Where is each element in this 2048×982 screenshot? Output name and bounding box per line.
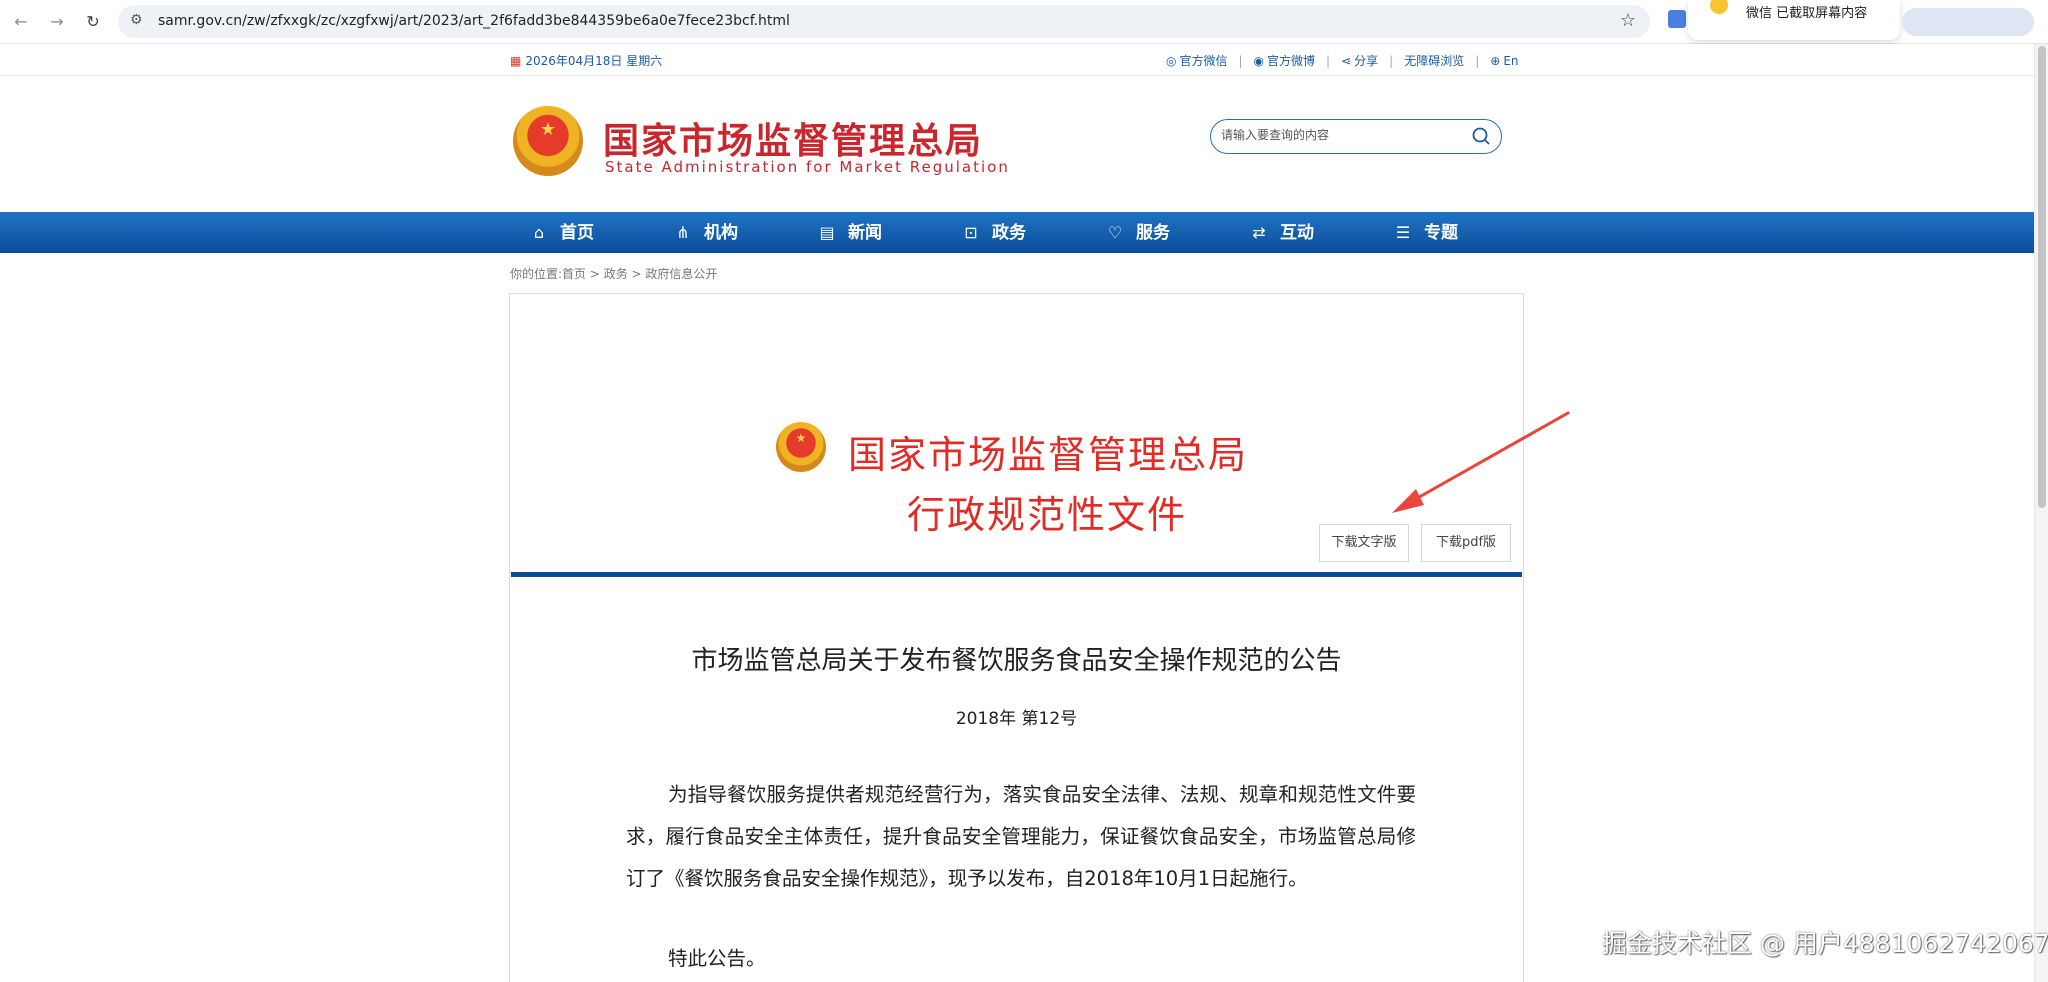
nav-item-home[interactable]: ⌂ 首页 bbox=[528, 212, 594, 253]
site-header: ★ 国家市场监督管理总局 State Administration for Ma… bbox=[0, 76, 2034, 212]
breadcrumb[interactable]: 你的位置:首页 > 政务 > 政府信息公开 bbox=[510, 265, 717, 282]
annotation-arrow-icon bbox=[1392, 411, 1570, 513]
org-icon: ⋔ bbox=[676, 223, 690, 242]
download-pdf-button[interactable]: 下载pdf版 bbox=[1421, 524, 1511, 562]
nav-item-news[interactable]: ▤ 新闻 bbox=[816, 212, 882, 253]
site-name-en: State Administration for Market Regulati… bbox=[605, 158, 1010, 176]
site-info-icon[interactable]: ⚙ bbox=[130, 12, 143, 28]
calendar-icon: ▦ bbox=[510, 54, 522, 68]
document-emblem-icon: ★ bbox=[776, 422, 826, 472]
accessibility-link[interactable]: 无障碍浏览 bbox=[1404, 52, 1464, 69]
document-number: 2018年 第12号 bbox=[955, 709, 1078, 729]
document-title: 市场监管总局关于发布餐饮服务食品安全操作规范的公告 bbox=[691, 646, 1342, 676]
home-icon: ⌂ bbox=[533, 223, 545, 242]
share-icon: ⋖ bbox=[1341, 54, 1352, 68]
document-paragraph: 为指导餐饮服务提供者规范经营行为，落实食品安全法律、法规、规章和规范性文件要求，… bbox=[626, 783, 1416, 890]
watermark-text: 掘金技术社区 @ 用户4881062742067 bbox=[1602, 929, 2048, 958]
url-text[interactable]: samr.gov.cn/zw/zfxxgk/zc/xzgfxwj/art/202… bbox=[158, 13, 790, 29]
document-closing: 特此公告。 bbox=[668, 947, 766, 970]
main-nav: ⌂ 首页 ⋔ 机构 ▤ 新闻 ⊡ 政务 ♡ 服务 ⇄ 互动 ☰ 专题 bbox=[0, 212, 2034, 253]
profile-area[interactable] bbox=[1902, 8, 2034, 36]
wechat-icon: ◎ bbox=[1166, 54, 1177, 68]
current-date: ▦ 2026年04月18日 星期六 bbox=[510, 54, 663, 68]
national-emblem-icon[interactable]: ★ bbox=[513, 106, 583, 176]
utility-links: ◎ 官方微信 | ◉ 官方微博 | ⋖ 分享 | 无障碍浏览 | ⊕ En bbox=[1166, 52, 1519, 69]
affairs-icon: ⊡ bbox=[964, 223, 978, 242]
exchange-icon: ⇄ bbox=[1252, 223, 1266, 242]
nav-item-topics[interactable]: ☰ 专题 bbox=[1392, 212, 1458, 253]
nav-item-interaction[interactable]: ⇄ 互动 bbox=[1248, 212, 1314, 253]
screenshot-toast: 微信 已截取屏幕内容 bbox=[1688, 0, 1900, 40]
address-bar[interactable]: ⚙ samr.gov.cn/zw/zfxxgk/zc/xzgfxwj/art/2… bbox=[118, 5, 1650, 38]
news-icon: ▤ bbox=[819, 223, 835, 242]
weibo-icon: ◉ bbox=[1253, 54, 1265, 68]
browser-toolbar: ← → ↻ ⚙ samr.gov.cn/zw/zfxxgk/zc/xzgfxwj… bbox=[0, 0, 2048, 44]
scrollbar-thumb[interactable] bbox=[2038, 46, 2046, 508]
page-scrollbar[interactable] bbox=[2034, 44, 2048, 982]
official-weibo-link[interactable]: ◉ 官方微博 bbox=[1254, 52, 1316, 69]
site-name-cn[interactable]: 国家市场监督管理总局 bbox=[603, 112, 983, 164]
header-divider bbox=[511, 572, 1522, 577]
toast-text: 微信 已截取屏幕内容 bbox=[1746, 6, 1868, 21]
forward-icon[interactable]: → bbox=[46, 11, 68, 33]
list-icon: ☰ bbox=[1395, 223, 1411, 242]
wechat-badge-icon bbox=[1710, 0, 1728, 14]
official-wechat-link[interactable]: ◎ 官方微信 bbox=[1166, 52, 1228, 69]
search-icon[interactable] bbox=[1471, 126, 1491, 146]
nav-item-services[interactable]: ♡ 服务 bbox=[1104, 212, 1170, 253]
heart-icon: ♡ bbox=[1107, 223, 1123, 242]
download-text-button[interactable]: 下载文字版 bbox=[1319, 524, 1409, 562]
share-link[interactable]: ⋖ 分享 bbox=[1341, 52, 1378, 69]
nav-item-affairs[interactable]: ⊡ 政务 bbox=[960, 212, 1026, 253]
english-link[interactable]: ⊕ En bbox=[1490, 54, 1518, 68]
document-category: 行政规范性文件 bbox=[907, 493, 1188, 537]
document-issuer: 国家市场监督管理总局 bbox=[848, 433, 1249, 477]
bookmark-star-icon[interactable]: ☆ bbox=[1620, 10, 1636, 31]
translate-extension-icon[interactable] bbox=[1668, 10, 1686, 28]
globe-icon: ⊕ bbox=[1490, 54, 1501, 68]
search-input[interactable] bbox=[1221, 128, 1461, 142]
back-icon[interactable]: ← bbox=[10, 11, 32, 33]
utility-bar: ▦ 2026年04月18日 星期六 ◎ 官方微信 | ◉ 官方微博 | ⋖ 分享 | 无障碍浏览 | ⊕… bbox=[0, 44, 2034, 76]
search-box bbox=[1210, 119, 1502, 154]
reload-icon[interactable]: ↻ bbox=[82, 11, 104, 33]
document-panel: ★ 国家市场监督管理总局 行政规范性文件 下载文字版 下载pdf版 市场监管总局… bbox=[509, 293, 1524, 982]
nav-item-org[interactable]: ⋔ 机构 bbox=[672, 212, 738, 253]
